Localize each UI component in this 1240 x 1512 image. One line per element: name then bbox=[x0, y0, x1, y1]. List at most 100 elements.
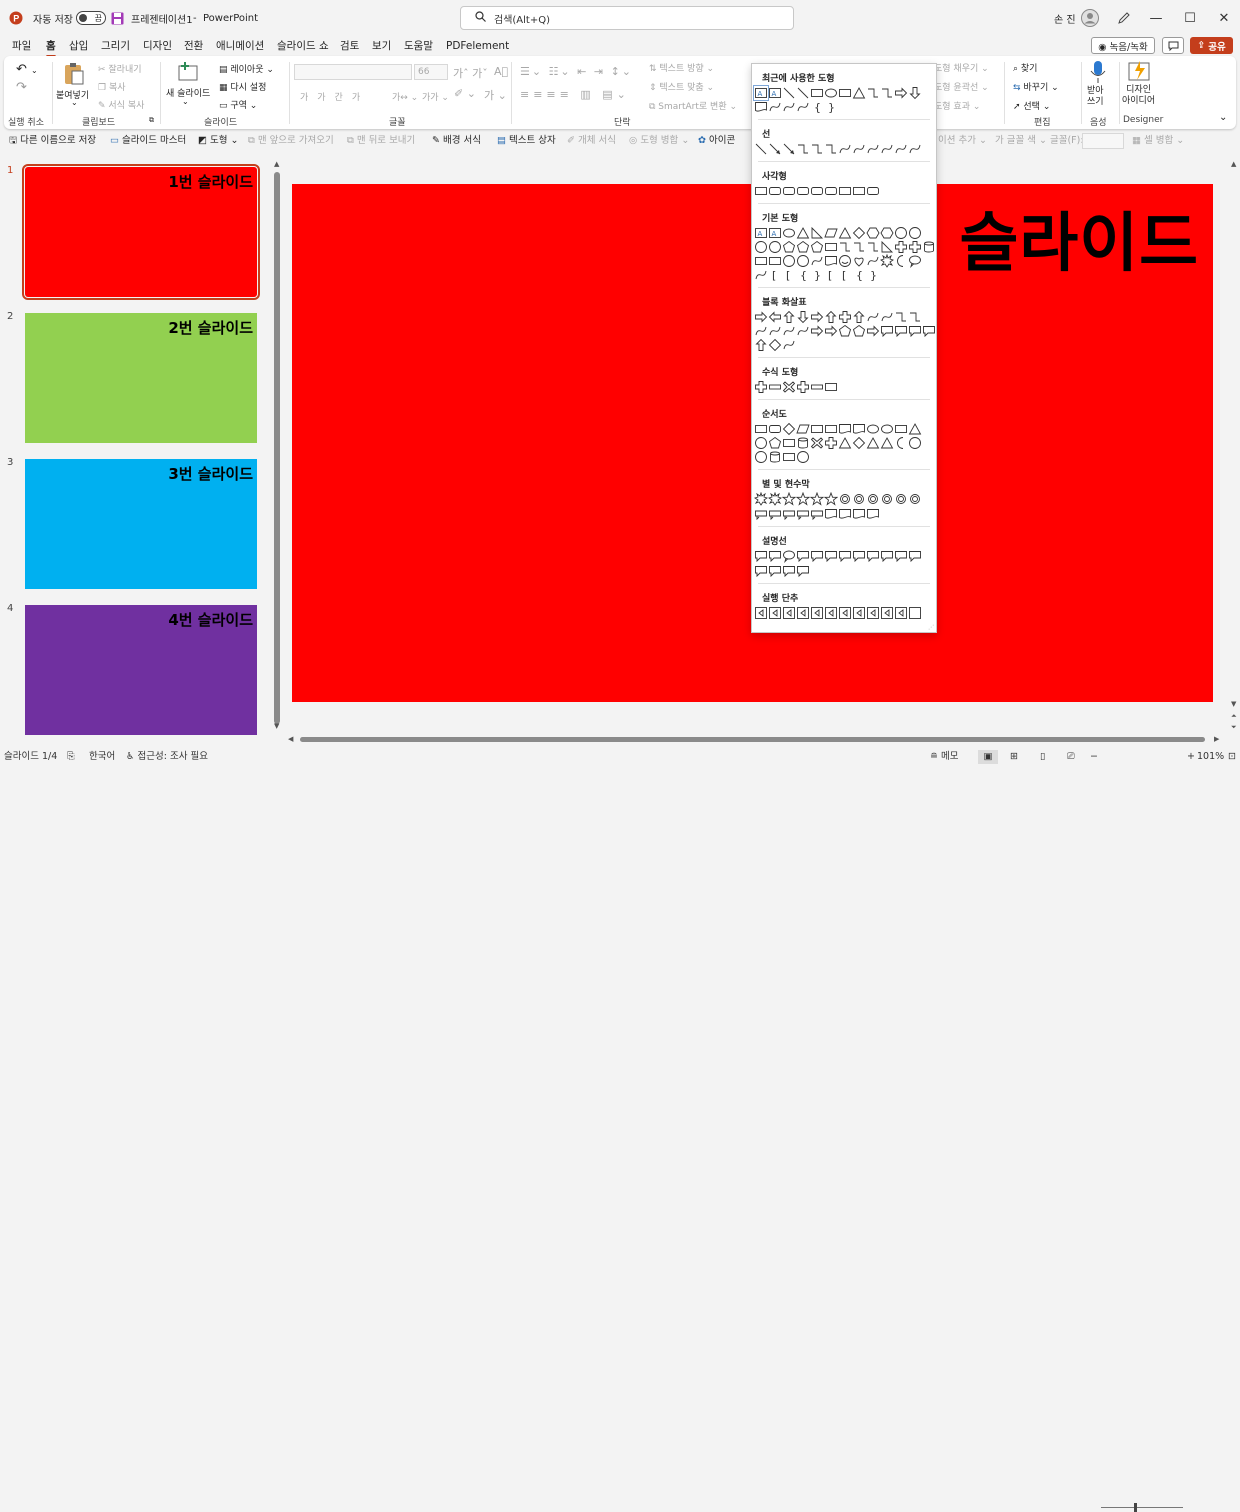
shape-icon[interactable]: { bbox=[810, 100, 824, 114]
shape-icon[interactable] bbox=[810, 324, 824, 338]
font-size-box[interactable]: 66 bbox=[414, 64, 448, 80]
shape-icon[interactable] bbox=[852, 142, 866, 156]
shape-icon[interactable] bbox=[908, 226, 922, 240]
shape-icon[interactable] bbox=[852, 492, 866, 506]
char-spacing-icon[interactable]: 가↔ ⌄ bbox=[392, 90, 418, 103]
shape-icon[interactable] bbox=[796, 507, 810, 521]
shape-icon[interactable] bbox=[894, 492, 908, 506]
shape-icon[interactable] bbox=[754, 142, 768, 156]
font-grow-shrink-icon[interactable]: 가ˆ 가ˇ bbox=[453, 65, 488, 81]
normal-view-icon[interactable]: ▣ bbox=[978, 750, 998, 764]
tab-pdfelement[interactable]: PDFelement bbox=[446, 36, 509, 56]
shape-icon[interactable] bbox=[908, 492, 922, 506]
close-button[interactable]: ✕ bbox=[1201, 0, 1240, 36]
tab-view[interactable]: 보기 bbox=[372, 36, 391, 56]
paste-dropdown-icon[interactable]: ⌄ bbox=[71, 98, 78, 107]
shape-icon[interactable] bbox=[880, 549, 894, 563]
shape-icon[interactable] bbox=[810, 254, 824, 268]
shape-icon[interactable] bbox=[838, 606, 852, 620]
slide-thumbnail[interactable]: 1번 슬라이드 bbox=[22, 164, 260, 300]
shape-icon[interactable] bbox=[824, 310, 838, 324]
shape-icon[interactable] bbox=[894, 86, 908, 100]
shape-icon[interactable] bbox=[754, 324, 768, 338]
shape-icon[interactable] bbox=[768, 240, 782, 254]
shape-icon[interactable] bbox=[754, 380, 768, 394]
shape-icon[interactable] bbox=[768, 507, 782, 521]
shape-icon[interactable] bbox=[796, 226, 810, 240]
qa-send-back[interactable]: ⧉ 맨 뒤로 보내기 bbox=[347, 130, 415, 152]
scroll-left-icon[interactable]: ◀ bbox=[288, 735, 293, 743]
resize-grip-icon[interactable]: ⋰ bbox=[928, 624, 934, 631]
shape-icon[interactable] bbox=[796, 606, 810, 620]
shape-icon[interactable] bbox=[824, 606, 838, 620]
shape-icon[interactable] bbox=[754, 100, 768, 114]
spellcheck-icon[interactable]: ⎘ bbox=[67, 750, 75, 764]
shape-icon[interactable] bbox=[810, 310, 824, 324]
shape-icon[interactable] bbox=[754, 564, 768, 578]
shape-icon[interactable] bbox=[824, 226, 838, 240]
share-button[interactable]: ⇪ 공유 bbox=[1190, 37, 1233, 54]
shape-icon[interactable] bbox=[852, 324, 866, 338]
shape-icon[interactable] bbox=[894, 226, 908, 240]
qa-save-as[interactable]: 🖫 다른 이름으로 저장 bbox=[9, 130, 96, 152]
shape-icon[interactable] bbox=[824, 380, 838, 394]
shape-icon[interactable] bbox=[894, 549, 908, 563]
shape-icon[interactable] bbox=[754, 492, 768, 506]
shape-icon[interactable] bbox=[908, 549, 922, 563]
slide-title[interactable]: 슬라이드 bbox=[959, 192, 1199, 284]
shape-row[interactable] bbox=[754, 254, 934, 268]
shape-row[interactable]: [[{} [[{} bbox=[754, 268, 934, 282]
font-color-icon[interactable]: 가 ⌄ bbox=[484, 87, 507, 103]
shape-icon[interactable]: { bbox=[796, 268, 810, 282]
shape-icon[interactable] bbox=[866, 422, 880, 436]
shape-icon[interactable] bbox=[810, 507, 824, 521]
shape-icon[interactable] bbox=[880, 492, 894, 506]
shape-icon[interactable] bbox=[796, 380, 810, 394]
shape-icon[interactable] bbox=[782, 184, 796, 198]
shape-icon[interactable] bbox=[768, 450, 782, 464]
shape-icon[interactable] bbox=[768, 492, 782, 506]
shape-icon[interactable] bbox=[866, 507, 880, 521]
shape-icon[interactable] bbox=[796, 310, 810, 324]
qa-font-box[interactable] bbox=[1082, 133, 1124, 149]
shape-row[interactable] bbox=[754, 338, 934, 352]
list-icons[interactable]: ☰⌄ ☷⌄ ⇤ ⇥ ↕⌄ bbox=[520, 65, 633, 78]
fit-slide-icon[interactable]: ⊡ bbox=[1228, 750, 1236, 764]
shape-icon[interactable] bbox=[838, 142, 852, 156]
shape-icon[interactable] bbox=[810, 422, 824, 436]
dialog-launcher-icon[interactable]: ⧉ bbox=[149, 116, 154, 125]
shape-icon[interactable] bbox=[838, 226, 852, 240]
shape-icon[interactable] bbox=[908, 436, 922, 450]
shape-icon[interactable] bbox=[866, 184, 880, 198]
shape-icon[interactable] bbox=[852, 254, 866, 268]
notes-button[interactable]: ≘ 메모 bbox=[930, 750, 958, 764]
shape-icon[interactable] bbox=[838, 324, 852, 338]
tab-home[interactable]: 홈 bbox=[46, 36, 56, 58]
qa-shapes[interactable]: ◩ 도형 ⌄ bbox=[198, 130, 238, 152]
shape-icon[interactable] bbox=[824, 86, 838, 100]
tab-draw[interactable]: 그리기 bbox=[101, 36, 130, 56]
shape-icon[interactable] bbox=[824, 492, 838, 506]
font-style-icons[interactable]: 가가간가 bbox=[300, 90, 369, 103]
shape-icon[interactable] bbox=[880, 310, 894, 324]
shape-icon[interactable] bbox=[782, 254, 796, 268]
shape-icon[interactable] bbox=[824, 507, 838, 521]
qa-text-box[interactable]: ▤ 텍스트 상자 bbox=[497, 130, 556, 152]
shape-icon[interactable] bbox=[824, 142, 838, 156]
shape-icon[interactable] bbox=[922, 324, 936, 338]
shape-icon[interactable] bbox=[796, 324, 810, 338]
horizontal-scrollbar[interactable]: ◀ ▶ bbox=[288, 735, 1226, 745]
shape-icon[interactable] bbox=[852, 310, 866, 324]
shape-row[interactable]: AA bbox=[754, 226, 934, 240]
shape-icon[interactable] bbox=[768, 422, 782, 436]
shape-icon[interactable] bbox=[796, 86, 810, 100]
designer-icon[interactable] bbox=[1128, 60, 1152, 85]
shape-icon[interactable] bbox=[866, 142, 880, 156]
shape-icon[interactable] bbox=[866, 240, 880, 254]
shape-icon[interactable] bbox=[810, 86, 824, 100]
format-painter-button[interactable]: ✎ 서식 복사 bbox=[98, 98, 144, 111]
shape-icon[interactable] bbox=[838, 492, 852, 506]
qa-format-object[interactable]: ✐ 개체 서식 bbox=[567, 130, 616, 152]
shape-icon[interactable] bbox=[894, 240, 908, 254]
shape-icon[interactable] bbox=[782, 422, 796, 436]
